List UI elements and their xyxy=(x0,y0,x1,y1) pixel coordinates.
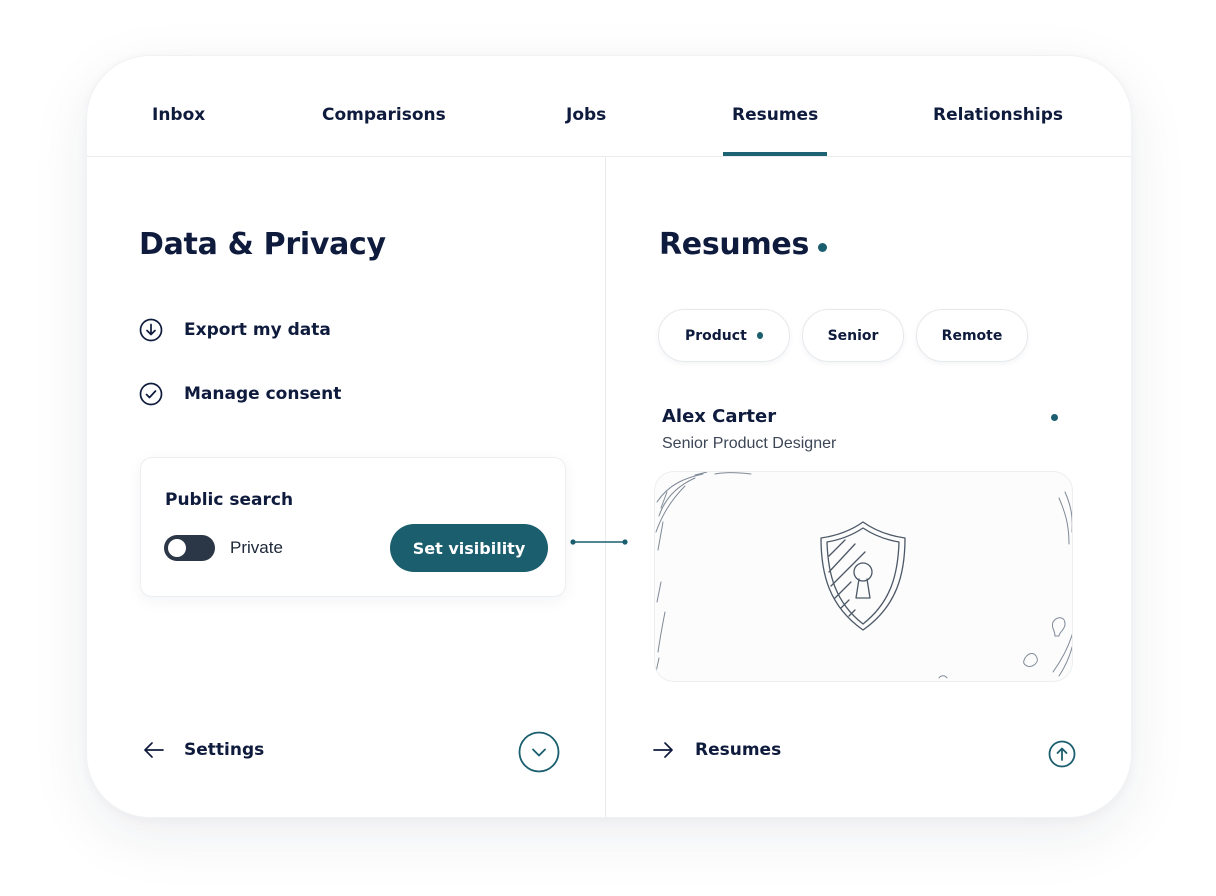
set-visibility-button[interactable]: Set visibility xyxy=(390,524,548,572)
chevron-down-icon[interactable] xyxy=(518,731,560,773)
manage-consent-label: Manage consent xyxy=(184,384,342,404)
filter-chips: Product Senior Remote xyxy=(658,309,1028,362)
tab-comparisons[interactable]: Comparisons xyxy=(322,105,446,125)
section-title-resumes: Resumes xyxy=(659,227,828,262)
section-title-data-privacy: Data & Privacy xyxy=(139,227,386,262)
check-circle-icon xyxy=(139,382,163,406)
resumes-link-label: Resumes xyxy=(695,740,782,760)
title-status-dot xyxy=(818,243,828,252)
chip-product-label: Product xyxy=(685,327,747,344)
tab-relationships[interactable]: Relationships xyxy=(933,105,1063,125)
privacy-card: Inbox Comparisons Jobs Resumes Relations… xyxy=(86,55,1132,818)
resumes-title-text: Resumes xyxy=(659,227,810,262)
arrow-right-icon xyxy=(653,742,673,758)
toggle-state-label: Private xyxy=(230,538,283,557)
export-data-label: Export my data xyxy=(184,320,331,340)
visibility-toggle[interactable] xyxy=(164,535,215,561)
export-data-action[interactable]: Export my data xyxy=(139,318,331,342)
public-search-panel: Public search Private Set visibility xyxy=(140,457,566,597)
resume-preview-illustration xyxy=(654,471,1073,682)
shield-keyhole-icon xyxy=(820,521,906,631)
column-divider xyxy=(605,157,606,817)
toggle-knob xyxy=(168,539,186,557)
chip-active-dot xyxy=(756,332,763,339)
chip-senior[interactable]: Senior xyxy=(802,309,904,362)
chip-senior-label: Senior xyxy=(827,327,879,344)
download-circle-icon xyxy=(139,318,163,342)
resumes-link[interactable]: Resumes xyxy=(652,740,781,760)
tab-inbox[interactable]: Inbox xyxy=(152,105,205,125)
settings-label: Settings xyxy=(184,740,265,760)
candidate-name[interactable]: Alex Carter xyxy=(662,406,776,427)
chip-remote-label: Remote xyxy=(941,327,1003,344)
chip-remote[interactable]: Remote xyxy=(916,309,1028,362)
tab-resumes[interactable]: Resumes xyxy=(722,105,828,156)
tab-bar: Inbox Comparisons Jobs Resumes Relations… xyxy=(87,56,1131,157)
public-search-title: Public search xyxy=(165,490,294,510)
candidate-status-dot xyxy=(1051,414,1058,421)
arrow-left-icon xyxy=(144,742,164,758)
arrow-up-circle-icon[interactable] xyxy=(1048,740,1076,768)
settings-link[interactable]: Settings xyxy=(143,740,264,760)
chip-product[interactable]: Product xyxy=(658,309,790,362)
candidate-role: Senior Product Designer xyxy=(662,435,837,452)
tab-jobs[interactable]: Jobs xyxy=(566,105,606,125)
manage-consent-action[interactable]: Manage consent xyxy=(139,382,341,406)
connector-line xyxy=(570,539,628,545)
